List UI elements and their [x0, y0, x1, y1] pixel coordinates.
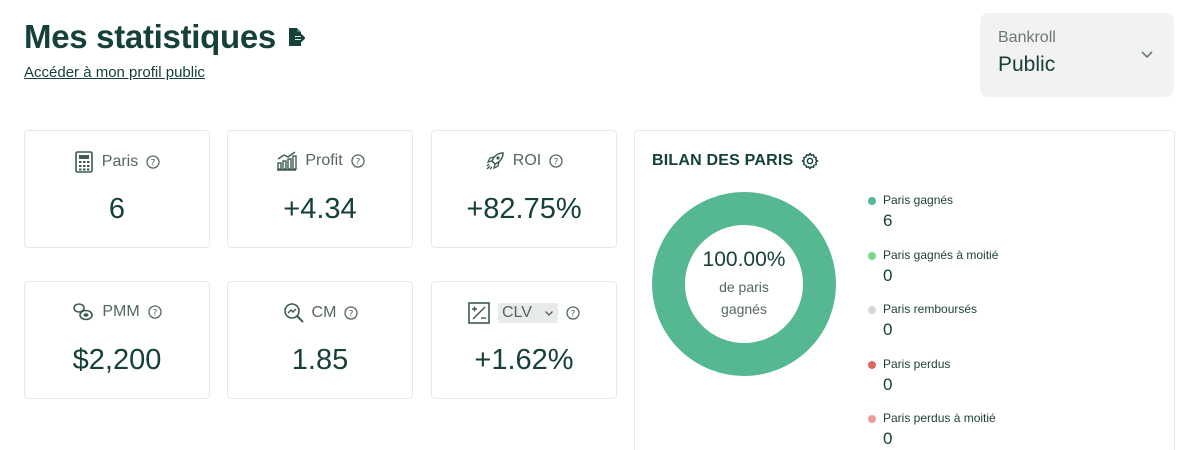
- legend-value: 0: [883, 265, 893, 285]
- bankroll-select[interactable]: Bankroll Public: [980, 13, 1174, 97]
- stat-card-paris: Paris ? 6: [24, 130, 210, 248]
- magnifier-chart-icon: [283, 303, 304, 323]
- svg-text:?: ?: [152, 309, 157, 319]
- legend-value: 0: [883, 429, 893, 448]
- legend-label: Paris perdus: [883, 356, 951, 371]
- stat-label: CM: [311, 304, 337, 321]
- stat-label: ROI: [512, 152, 542, 169]
- bilan-title: BILAN DES PARIS: [652, 152, 794, 169]
- stat-value: +82.75%: [466, 193, 582, 225]
- stat-value: 1.85: [291, 344, 349, 376]
- page-title: Mes statistiques: [24, 18, 276, 55]
- help-icon[interactable]: ?: [351, 154, 365, 168]
- bankroll-value: Public: [998, 53, 1056, 76]
- public-profile-link[interactable]: Accéder à mon profil public: [24, 64, 205, 81]
- bankroll-label: Bankroll: [998, 29, 1056, 46]
- legend-value: 0: [883, 374, 893, 394]
- legend-label: Paris remboursés: [883, 302, 978, 316]
- help-icon[interactable]: ?: [566, 306, 580, 320]
- bilan-title-row: BILAN DES PARIS: [652, 152, 820, 170]
- chevron-down-icon: [1141, 51, 1153, 59]
- stat-value: $2,200: [72, 344, 162, 376]
- help-icon[interactable]: ?: [148, 305, 162, 319]
- export-icon[interactable]: [286, 26, 308, 48]
- stat-value: +1.62%: [474, 344, 574, 376]
- legend-value: 0: [883, 320, 893, 339]
- page-title-row: Mes statistiques: [24, 18, 308, 56]
- bilan-panel: BILAN DES PARIS 100.00% de paris gagnés …: [634, 130, 1175, 450]
- svg-text:?: ?: [554, 158, 559, 168]
- chevron-down-icon: [545, 311, 553, 316]
- stat-value: 6: [108, 193, 126, 225]
- percent-chart-icon: [468, 302, 490, 324]
- stat-label: Profit: [305, 152, 343, 169]
- stat-card-cm: CM ? 1.85: [227, 281, 413, 399]
- help-icon[interactable]: ?: [344, 306, 359, 320]
- stat-label: Paris: [101, 153, 139, 170]
- gear-icon[interactable]: [801, 152, 820, 170]
- clv-select[interactable]: CLV: [498, 303, 558, 323]
- legend-value: 6: [883, 211, 893, 230]
- calculator-icon: [74, 151, 93, 173]
- svg-text:?: ?: [355, 158, 360, 168]
- help-icon[interactable]: ?: [549, 154, 563, 168]
- legend-dot: [868, 197, 876, 205]
- svg-text:?: ?: [151, 159, 156, 169]
- stat-card-clv: CLV ? +1.62%: [431, 281, 617, 399]
- bar-chart-icon: [277, 151, 298, 171]
- legend-dot: [868, 360, 876, 369]
- svg-text:?: ?: [571, 310, 576, 320]
- legend-label: Paris gagnés: [883, 193, 954, 207]
- legend-dot: [868, 251, 876, 260]
- coins-icon: [73, 303, 94, 321]
- legend-label: Paris gagnés à moitié: [883, 247, 999, 262]
- stat-label: PMM: [102, 303, 140, 320]
- donut-center: 100.00% de paris gagnés: [652, 192, 836, 376]
- legend-dot: [868, 306, 876, 314]
- donut-percentage: 100.00%: [702, 248, 786, 271]
- clv-select-value: CLV: [502, 304, 532, 321]
- legend-dot: [868, 415, 876, 423]
- stat-card-roi: ROI ? +82.75%: [431, 130, 617, 248]
- stat-card-pmm: PMM ? $2,200: [24, 281, 210, 399]
- donut-caption: de paris gagnés: [719, 279, 769, 317]
- help-icon[interactable]: ?: [146, 155, 160, 169]
- stat-value: +4.34: [283, 193, 357, 225]
- legend-label: Paris perdus à moitié: [883, 411, 996, 425]
- stat-card-profit: Profit ? +4.34: [227, 130, 413, 248]
- svg-text:?: ?: [349, 310, 354, 320]
- rocket-icon: [486, 152, 504, 170]
